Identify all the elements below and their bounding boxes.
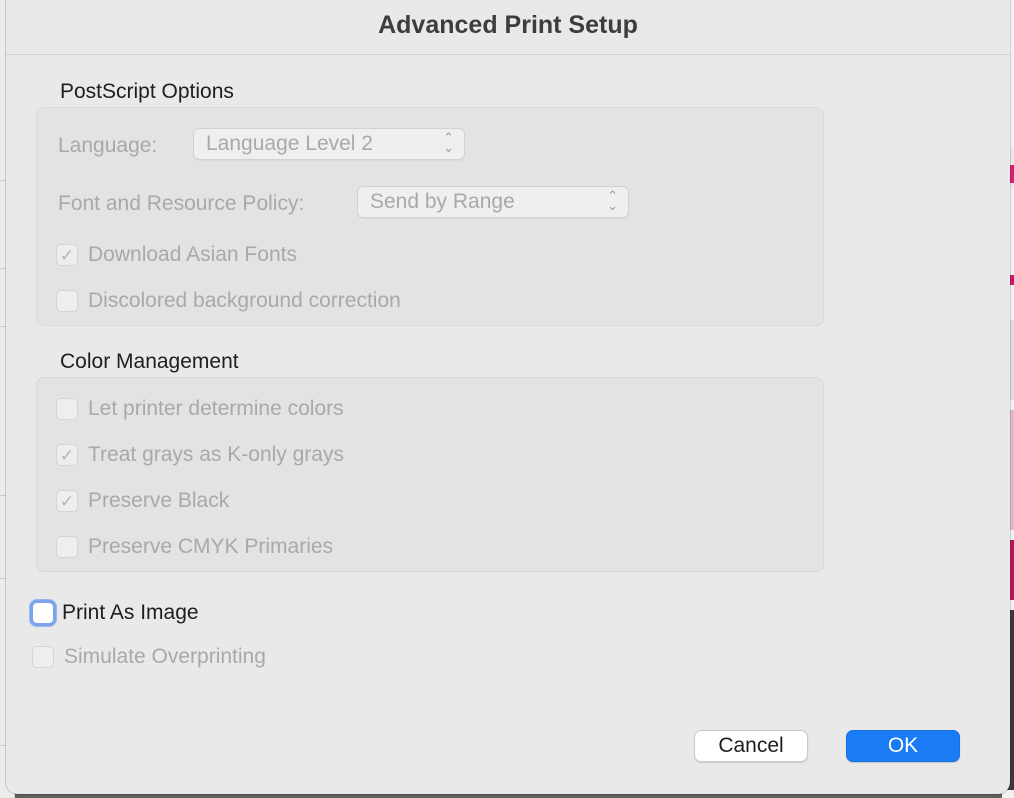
download-asian-fonts-row[interactable]: ✓ Download Asian Fonts — [56, 243, 297, 267]
checkmark-icon: ✓ — [59, 491, 75, 511]
advanced-print-setup-dialog: Advanced Print Setup PostScript Options … — [6, 0, 1010, 794]
preserve-black-row[interactable]: ✓ Preserve Black — [56, 489, 229, 513]
let-printer-row[interactable]: Let printer determine colors — [56, 397, 344, 421]
preserve-cmyk-label: Preserve CMYK Primaries — [88, 535, 334, 558]
treat-grays-label: Treat grays as K-only grays — [88, 443, 344, 466]
up-down-chevron-icon: ⌃ ⌄ — [607, 188, 618, 213]
simulate-overprinting-label: Simulate Overprinting — [64, 645, 266, 668]
checkmark-icon: ✓ — [59, 245, 75, 265]
postscript-section-title: PostScript Options — [60, 80, 234, 103]
download-asian-fonts-label: Download Asian Fonts — [88, 243, 297, 266]
checkmark-icon: ✓ — [59, 445, 75, 465]
simulate-overprinting-row[interactable]: Simulate Overprinting — [32, 645, 266, 669]
color-management-section-title: Color Management — [60, 350, 239, 373]
let-printer-label: Let printer determine colors — [88, 397, 344, 420]
discolored-bg-label: Discolored background correction — [88, 289, 401, 312]
print-as-image-label: Print As Image — [62, 601, 199, 624]
language-row: Language: — [58, 134, 157, 158]
preserve-cmyk-checkbox[interactable] — [56, 536, 78, 558]
ok-button[interactable]: OK — [846, 730, 960, 762]
language-popup-value: Language Level 2 — [206, 132, 373, 155]
discolored-bg-row[interactable]: Discolored background correction — [56, 289, 401, 313]
discolored-bg-checkbox[interactable] — [56, 290, 78, 312]
font-policy-label: Font and Resource Policy: — [58, 192, 305, 215]
language-label: Language: — [58, 134, 158, 157]
treat-grays-row[interactable]: ✓ Treat grays as K-only grays — [56, 443, 344, 467]
treat-grays-checkbox[interactable]: ✓ — [56, 444, 78, 466]
download-asian-fonts-checkbox[interactable]: ✓ — [56, 244, 78, 266]
preserve-black-label: Preserve Black — [88, 489, 230, 512]
up-down-chevron-icon: ⌃ ⌄ — [443, 130, 454, 155]
font-policy-popup-value: Send by Range — [370, 190, 515, 213]
font-policy-popup[interactable]: Send by Range ⌃ ⌄ — [357, 186, 629, 218]
preserve-cmyk-row[interactable]: Preserve CMYK Primaries — [56, 535, 333, 559]
preserve-black-checkbox[interactable]: ✓ — [56, 490, 78, 512]
simulate-overprinting-checkbox[interactable] — [32, 646, 54, 668]
print-as-image-checkbox[interactable] — [30, 600, 56, 626]
dialog-title: Advanced Print Setup — [6, 0, 1010, 55]
language-popup[interactable]: Language Level 2 ⌃ ⌄ — [193, 128, 465, 160]
font-policy-row: Font and Resource Policy: — [58, 192, 304, 216]
cancel-button[interactable]: Cancel — [694, 730, 808, 762]
let-printer-checkbox[interactable] — [56, 398, 78, 420]
print-as-image-row[interactable]: Print As Image — [30, 600, 199, 626]
